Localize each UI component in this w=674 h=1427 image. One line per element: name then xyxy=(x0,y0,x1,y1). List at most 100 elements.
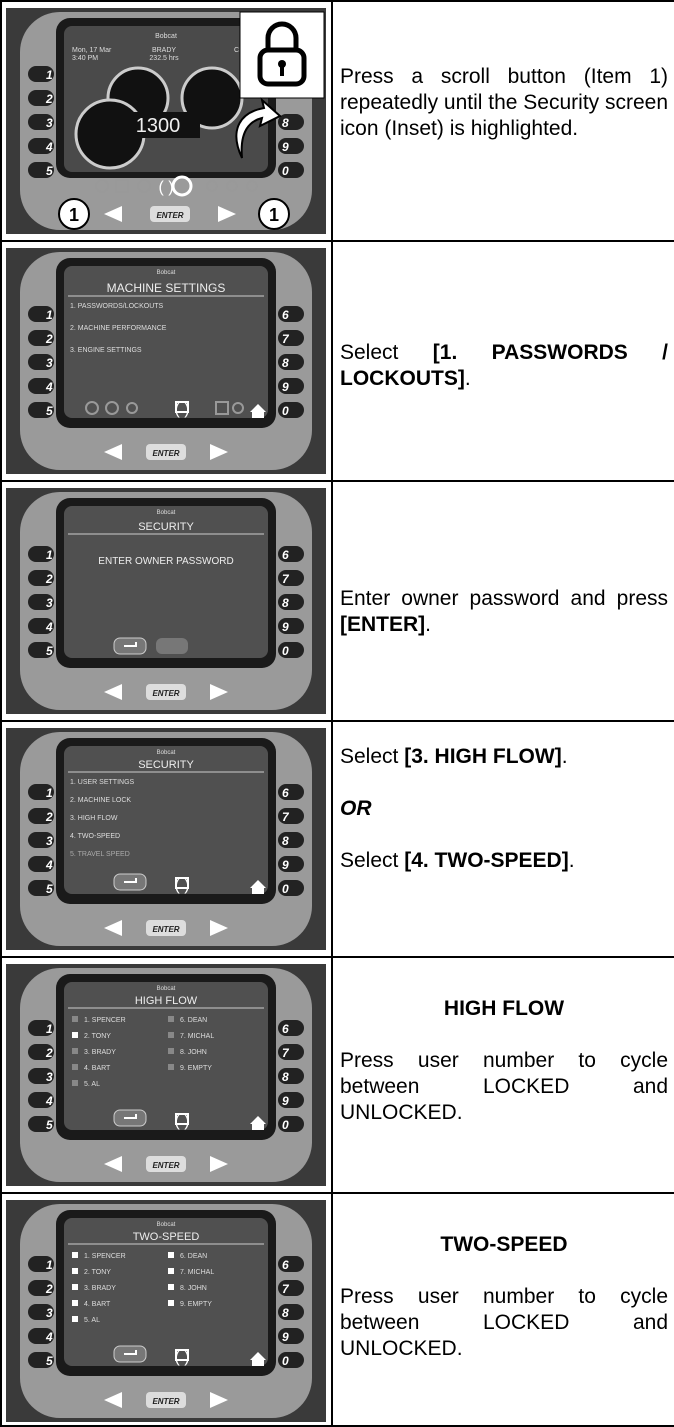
screen-title: TWO-SPEED xyxy=(133,1231,200,1243)
svg-text:4: 4 xyxy=(45,140,53,154)
svg-text:0: 0 xyxy=(282,164,289,178)
svg-text:3: 3 xyxy=(46,116,53,130)
instruction-text: Press user number to cycle between LOCKE… xyxy=(340,1049,668,1124)
user-3[interactable]: 3. BRADY xyxy=(84,1049,116,1056)
enter-label: ENTER xyxy=(152,689,179,698)
user-2[interactable]: 2. TONY xyxy=(84,1033,111,1040)
user-9[interactable]: 9. EMPTY xyxy=(180,1065,212,1072)
enter-label: ENTER xyxy=(152,1161,179,1170)
svg-text:6: 6 xyxy=(282,308,289,322)
svg-text:8: 8 xyxy=(282,1306,289,1320)
svg-text:9: 9 xyxy=(282,140,289,154)
user-5[interactable]: 5. AL xyxy=(84,1317,100,1324)
menu-item-user-settings[interactable]: 1. USER SETTINGS xyxy=(70,779,135,786)
instruction-text: Select xyxy=(340,745,405,768)
svg-text:8: 8 xyxy=(282,596,289,610)
section-heading: TWO-SPEED xyxy=(440,1233,568,1256)
svg-text:2: 2 xyxy=(45,572,53,586)
instruction-command: [ENTER] xyxy=(340,613,426,636)
svg-text:0: 0 xyxy=(282,1118,289,1132)
svg-text:4: 4 xyxy=(45,1094,53,1108)
enter-label: ENTER xyxy=(156,211,183,220)
user-7[interactable]: 7. MICHAL xyxy=(180,1033,214,1040)
step-instruction-2: Select [1. PASSWORDS / LOCKOUTS]. xyxy=(340,340,668,392)
svg-text:0: 0 xyxy=(282,404,289,418)
enter-label: ENTER xyxy=(152,449,179,458)
svg-text:2: 2 xyxy=(45,1046,53,1060)
option-high-flow: Select [3. HIGH FLOW]. xyxy=(340,744,668,770)
user-3[interactable]: 3. BRADY xyxy=(84,1285,116,1292)
svg-text:2: 2 xyxy=(45,92,53,106)
user-4[interactable]: 4. BART xyxy=(84,1301,111,1308)
rpm-readout: 1300 xyxy=(136,115,181,137)
svg-text:9: 9 xyxy=(282,620,289,634)
user-1[interactable]: 1. SPENCER xyxy=(84,1017,126,1024)
display-panel-owner-password: Bobcat SECURITY ENTER OWNER PASSWORD ENT… xyxy=(6,488,326,714)
menu-item-passwords[interactable]: 1. PASSWORDS/LOCKOUTS xyxy=(70,303,164,310)
svg-text:1: 1 xyxy=(46,1022,53,1036)
svg-text:3: 3 xyxy=(46,1306,53,1320)
display-panel-scroll: Bobcat Mon, 17 Mar 3:40 PM BRADY 232.5 h… xyxy=(6,8,326,234)
status-operator: BRADY xyxy=(152,47,176,54)
highlight-brackets: ( ) xyxy=(158,179,173,196)
instruction-command: [3. HIGH FLOW] xyxy=(404,745,562,768)
svg-text:1: 1 xyxy=(46,68,53,82)
svg-text:9: 9 xyxy=(282,858,289,872)
status-time: 3:40 PM xyxy=(72,55,98,62)
brand-logo: Bobcat xyxy=(157,510,176,516)
user-6[interactable]: 6. DEAN xyxy=(180,1017,207,1024)
instruction-text: Select xyxy=(340,849,405,872)
menu-item-travel-speed[interactable]: 5. TRAVEL SPEED xyxy=(70,851,130,858)
user-8[interactable]: 8. JOHN xyxy=(180,1285,207,1292)
instruction-text: Press user number to cycle between LOCKE… xyxy=(340,1285,668,1360)
svg-text:3: 3 xyxy=(46,596,53,610)
user-4[interactable]: 4. BART xyxy=(84,1065,111,1072)
user-5[interactable]: 5. AL xyxy=(84,1081,100,1088)
step-instruction-5: HIGH FLOW Press user number to cycle bet… xyxy=(340,996,668,1126)
svg-text:3: 3 xyxy=(46,834,53,848)
menu-item-machine-lock[interactable]: 2. MACHINE LOCK xyxy=(70,797,131,804)
svg-text:1: 1 xyxy=(46,308,53,322)
menu-item-engine[interactable]: 3. ENGINE SETTINGS xyxy=(70,347,142,354)
instruction-end: . xyxy=(561,745,568,768)
svg-text:4: 4 xyxy=(45,1330,53,1344)
svg-text:6: 6 xyxy=(282,1022,289,1036)
svg-text:6: 6 xyxy=(282,548,289,562)
step-row-3: Bobcat SECURITY ENTER OWNER PASSWORD ENT… xyxy=(0,480,674,720)
svg-text:1: 1 xyxy=(46,786,53,800)
svg-text:2: 2 xyxy=(45,1282,53,1296)
step-row-4: Bobcat SECURITY 1. USER SETTINGS 2. MACH… xyxy=(0,720,674,956)
svg-text:5: 5 xyxy=(46,1118,53,1132)
menu-item-two-speed[interactable]: 4. TWO-SPEED xyxy=(70,833,120,840)
screen-title: SECURITY xyxy=(138,759,194,771)
callout-right-label: 1 xyxy=(269,205,279,225)
display-panel-two-speed: Bobcat TWO-SPEED 1. SPENCER 2. TONY 3. B… xyxy=(6,1200,326,1422)
enter-label: ENTER xyxy=(152,1397,179,1406)
display-figure-3: Bobcat SECURITY ENTER OWNER PASSWORD ENT… xyxy=(6,488,326,714)
svg-text:8: 8 xyxy=(282,1070,289,1084)
svg-text:0: 0 xyxy=(282,1354,289,1368)
user-9[interactable]: 9. EMPTY xyxy=(180,1301,212,1308)
display-figure-1: Bobcat Mon, 17 Mar 3:40 PM BRADY 232.5 h… xyxy=(6,8,326,234)
menu-item-performance[interactable]: 2. MACHINE PERFORMANCE xyxy=(70,325,167,332)
user-7[interactable]: 7. MICHAL xyxy=(180,1269,214,1276)
instruction-text: Enter owner password and press xyxy=(340,587,668,610)
menu-item-high-flow[interactable]: 3. HIGH FLOW xyxy=(70,815,118,822)
svg-text:5: 5 xyxy=(46,644,53,658)
keyboard-button[interactable] xyxy=(156,638,188,654)
screen-title: SECURITY xyxy=(138,521,194,533)
step-instruction-4: Select [3. HIGH FLOW]. OR Select [4. TWO… xyxy=(340,744,668,874)
user-6[interactable]: 6. DEAN xyxy=(180,1253,207,1260)
svg-text:1: 1 xyxy=(46,1258,53,1272)
step-row-2: Bobcat MACHINE SETTINGS 1. PASSWORDS/LOC… xyxy=(0,240,674,480)
user-2[interactable]: 2. TONY xyxy=(84,1269,111,1276)
display-figure-2: Bobcat MACHINE SETTINGS 1. PASSWORDS/LOC… xyxy=(6,248,326,474)
or-label: OR xyxy=(340,797,372,820)
user-8[interactable]: 8. JOHN xyxy=(180,1049,207,1056)
svg-text:8: 8 xyxy=(282,356,289,370)
brand-logo: Bobcat xyxy=(155,33,177,40)
svg-text:5: 5 xyxy=(46,404,53,418)
svg-text:5: 5 xyxy=(46,1354,53,1368)
step-instruction-1: Press a scroll button (Item 1) repeatedl… xyxy=(340,65,669,140)
user-1[interactable]: 1. SPENCER xyxy=(84,1253,126,1260)
